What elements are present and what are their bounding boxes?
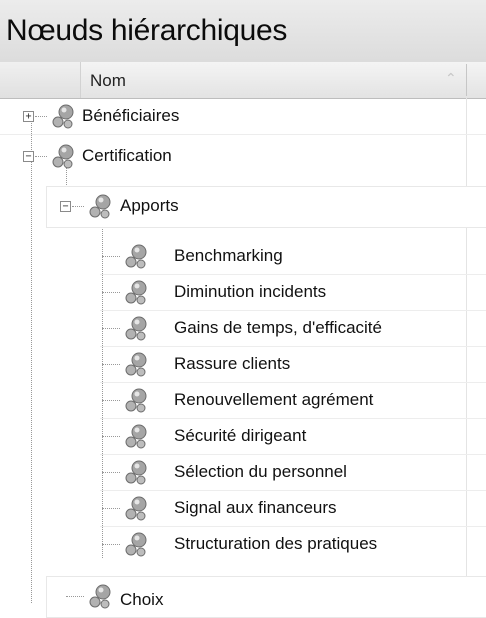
tree-item-label: Benchmarking	[174, 246, 283, 265]
collapse-toggle-icon[interactable]: −	[60, 201, 71, 212]
tree-item-label: Diminution incidents	[174, 282, 327, 301]
tree-item-label: Rassure clients	[174, 354, 291, 373]
tree-item-label: Certification	[82, 146, 172, 165]
tree-item-label: Sélection du personnel	[174, 462, 347, 481]
collapse-toggle-icon[interactable]: −	[23, 151, 34, 162]
tree-connector	[66, 596, 84, 597]
tree-item-leaf[interactable]: Sélection du personnel	[100, 454, 486, 490]
tree-connector	[31, 156, 32, 603]
tree-connector	[102, 472, 120, 473]
tree-connector	[102, 328, 120, 329]
hierarchy-node-icon	[125, 424, 147, 449]
tree-item-label: Structuration des pratiques	[174, 534, 378, 553]
column-separator[interactable]	[466, 64, 467, 96]
expand-toggle-icon[interactable]: +	[23, 111, 34, 122]
tree-item-leaf[interactable]: Benchmarking	[100, 238, 486, 274]
hierarchy-tree: + Bénéficiaires − Certification − Apport…	[0, 98, 486, 618]
hierarchy-node-icon	[125, 352, 147, 377]
hierarchy-node-icon	[52, 104, 74, 129]
tree-connector	[102, 436, 120, 437]
tree-connector	[102, 400, 120, 401]
tree-item-label: Signal aux financeurs	[174, 498, 337, 517]
row-separator	[0, 134, 486, 135]
tree-connector	[102, 544, 120, 545]
sort-indicator-icon[interactable]: ⌃	[445, 70, 457, 87]
hierarchy-node-icon	[125, 496, 147, 521]
tree-item-choix[interactable]: Choix	[46, 578, 486, 614]
hierarchy-node-icon	[125, 388, 147, 413]
tree-item-label: Apports	[120, 196, 179, 215]
hierarchy-node-icon	[89, 584, 111, 609]
column-header-bar: Nom ⌃	[0, 62, 486, 99]
column-header-name[interactable]: Nom	[90, 71, 126, 91]
hierarchy-node-icon	[125, 460, 147, 485]
tree-item-leaf[interactable]: Sécurité dirigeant	[100, 418, 486, 454]
tree-item-certification[interactable]: − Certification	[0, 138, 486, 174]
tree-connector	[102, 508, 120, 509]
tree-connector	[102, 256, 120, 257]
tree-connector	[35, 156, 47, 157]
tree-item-beneficiaires[interactable]: + Bénéficiaires	[0, 98, 486, 134]
tree-item-leaf[interactable]: Signal aux financeurs	[100, 490, 486, 526]
tree-connector	[102, 364, 120, 365]
tree-item-leaf[interactable]: Renouvellement agrément	[100, 382, 486, 418]
tree-item-label: Gains de temps, d'efficacité	[174, 318, 382, 337]
hierarchy-node-icon	[125, 532, 147, 557]
panel-header: Nœuds hiérarchiques	[0, 0, 486, 63]
hierarchy-node-icon	[125, 280, 147, 305]
hierarchy-node-icon	[125, 244, 147, 269]
tree-item-leaf[interactable]: Diminution incidents	[100, 274, 486, 310]
tree-connector	[72, 206, 84, 207]
tree-item-label: Bénéficiaires	[82, 106, 180, 125]
tree-item-label: Renouvellement agrément	[174, 390, 374, 409]
tree-connector	[35, 116, 47, 117]
hierarchy-node-icon	[89, 194, 111, 219]
hierarchy-node-icon	[125, 316, 147, 341]
tree-item-label: Choix	[120, 590, 164, 609]
tree-item-apports[interactable]: − Apports	[46, 188, 486, 224]
tree-connector	[102, 292, 120, 293]
tree-item-leaf[interactable]: Gains de temps, d'efficacité	[100, 310, 486, 346]
column-header-gutter	[0, 62, 81, 98]
tree-item-label: Sécurité dirigeant	[174, 426, 307, 445]
tree-item-leaf[interactable]: Rassure clients	[100, 346, 486, 382]
tree-item-leaf[interactable]: Structuration des pratiques	[100, 526, 486, 562]
panel-title: Nœuds hiérarchiques	[6, 14, 288, 47]
hierarchy-node-icon	[52, 144, 74, 169]
